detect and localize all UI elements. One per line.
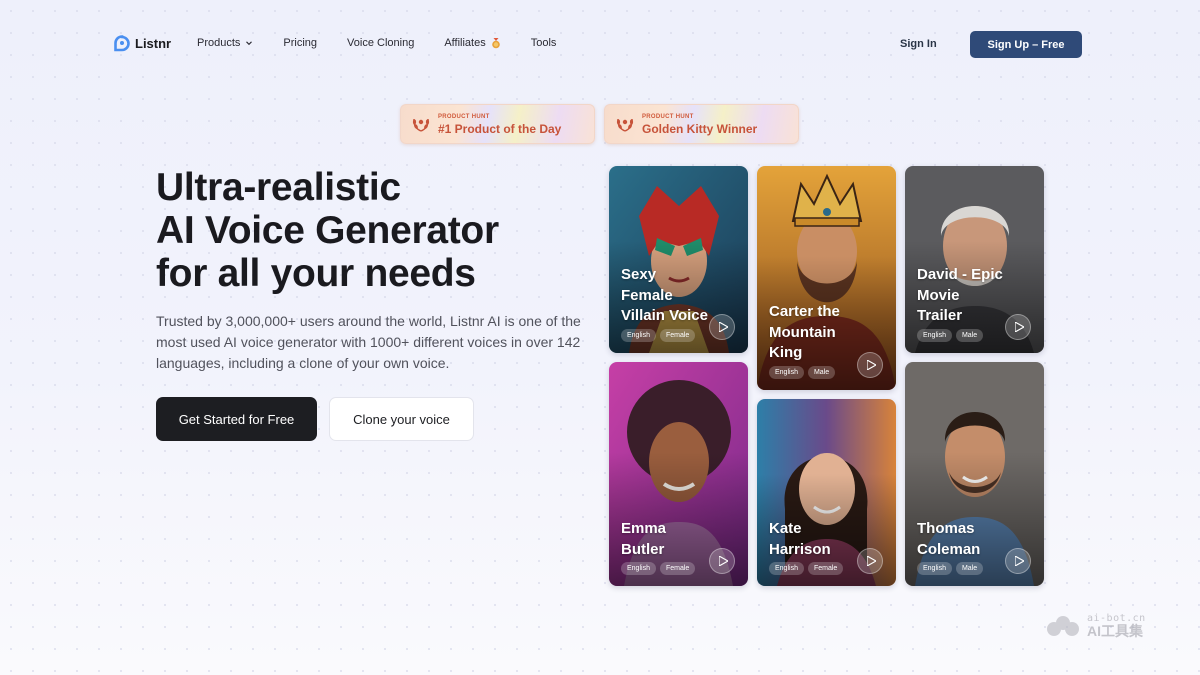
- language-tag: English: [621, 562, 656, 575]
- nav-pricing[interactable]: Pricing: [283, 37, 317, 49]
- watermark-name: AI工具集: [1087, 623, 1143, 639]
- play-button[interactable]: [1005, 314, 1031, 340]
- nav-products[interactable]: Products: [197, 37, 253, 49]
- voice-name-line: Female: [621, 286, 673, 304]
- nav-voice-cloning[interactable]: Voice Cloning: [347, 37, 414, 49]
- nav-tools-label: Tools: [530, 37, 557, 49]
- clone-voice-button[interactable]: Clone your voice: [329, 397, 474, 441]
- play-button[interactable]: [1005, 548, 1031, 574]
- watermark-logo-icon: [1047, 616, 1079, 636]
- voice-card-kate[interactable]: Kate Harrison English Female: [757, 399, 896, 586]
- hero-title-line: AI Voice Generator: [156, 209, 499, 252]
- logo[interactable]: Listnr: [114, 35, 171, 52]
- nav-tools[interactable]: Tools: [531, 37, 557, 49]
- logo-text: Listnr: [135, 36, 172, 51]
- voice-card-david[interactable]: David - Epic Movie Trailer English Male: [905, 166, 1044, 353]
- voice-card-villain[interactable]: Sexy Female Villain Voice English Female: [609, 166, 748, 353]
- play-icon: [1014, 556, 1024, 566]
- badge-title: Golden Kitty Winner: [642, 121, 758, 136]
- sign-in-link[interactable]: Sign In: [900, 38, 937, 50]
- play-button[interactable]: [857, 548, 883, 574]
- badge-kicker: PRODUCT HUNT: [438, 113, 490, 120]
- gender-tag: Female: [659, 329, 696, 342]
- voice-tags: English Male: [917, 562, 984, 575]
- voice-name-line: Carter the: [769, 303, 840, 320]
- play-icon: [718, 322, 728, 332]
- chevron-down-icon: [246, 41, 253, 46]
- product-hunt-badge-product-of-day[interactable]: PRODUCT HUNT #1 Product of the Day: [400, 104, 595, 144]
- laurel-icon: [412, 118, 430, 132]
- voice-tags: English Female: [621, 329, 696, 342]
- gender-tag: Male: [955, 562, 984, 575]
- voice-tags: English Male: [917, 329, 984, 342]
- voice-name-line: Thomas: [917, 520, 975, 537]
- voice-name-line: Movie: [917, 286, 960, 304]
- nav-products-label: Products: [197, 37, 241, 49]
- play-button[interactable]: [709, 548, 735, 574]
- voice-card-carter[interactable]: Carter the Mountain King English Male: [757, 166, 896, 390]
- voice-name-line: David - Epic: [917, 266, 1003, 283]
- play-button[interactable]: [857, 352, 883, 378]
- language-tag: English: [769, 366, 804, 379]
- voice-card-thomas[interactable]: Thomas Coleman English Male: [905, 362, 1044, 586]
- language-tag: English: [917, 329, 952, 342]
- language-tag: English: [917, 562, 952, 575]
- nav-voice-cloning-label: Voice Cloning: [347, 37, 415, 49]
- laurel-icon: [616, 118, 634, 132]
- voice-tags: English Male: [769, 366, 836, 379]
- badge-title: #1 Product of the Day: [438, 121, 562, 136]
- nav-affiliates[interactable]: Affiliates: [444, 37, 500, 49]
- gender-tag: Male: [955, 329, 984, 342]
- language-tag: English: [621, 329, 656, 342]
- play-button[interactable]: [709, 314, 735, 340]
- gender-tag: Female: [807, 562, 844, 575]
- nav-pricing-label: Pricing: [283, 37, 318, 49]
- voice-tags: English Female: [621, 562, 696, 575]
- voice-name-line: Emma: [621, 520, 667, 537]
- top-navigation: Listnr Products Pricing Voice Cloning Af…: [0, 0, 1200, 90]
- get-started-button[interactable]: Get Started for Free: [156, 397, 317, 441]
- sign-up-button[interactable]: Sign Up – Free: [970, 31, 1082, 58]
- gender-tag: Female: [659, 562, 696, 575]
- play-icon: [1014, 322, 1024, 332]
- hero-title-line: Ultra-realistic: [156, 166, 401, 209]
- hero-title-line: for all your needs: [156, 252, 476, 295]
- play-icon: [718, 556, 728, 566]
- hero-description: Trusted by 3,000,000+ users around the w…: [156, 313, 581, 371]
- badge-kicker: PRODUCT HUNT: [642, 113, 694, 120]
- play-icon: [866, 360, 876, 370]
- voice-card-emma[interactable]: Emma Butler English Female: [609, 362, 748, 586]
- product-hunt-badge-golden-kitty[interactable]: PRODUCT HUNT Golden Kitty Winner: [604, 104, 799, 144]
- medal-icon: [491, 37, 500, 48]
- hero-title: Ultra-realistic AI Voice Generator for a…: [156, 166, 586, 295]
- play-icon: [866, 556, 876, 566]
- gender-tag: Male: [807, 366, 836, 379]
- voice-name-line: Mountain: [769, 323, 836, 341]
- listnr-logo-icon: [114, 35, 130, 52]
- voice-name-line: Sexy: [621, 266, 657, 283]
- watermark: ai-bot.cn AI工具集: [1045, 614, 1146, 638]
- voice-tags: English Female: [769, 562, 844, 575]
- nav-affiliates-label: Affiliates: [444, 37, 486, 49]
- voice-name-line: Kate: [769, 520, 802, 537]
- language-tag: English: [769, 562, 804, 575]
- nav-links: Products Pricing Voice Cloning Affiliate…: [197, 37, 586, 49]
